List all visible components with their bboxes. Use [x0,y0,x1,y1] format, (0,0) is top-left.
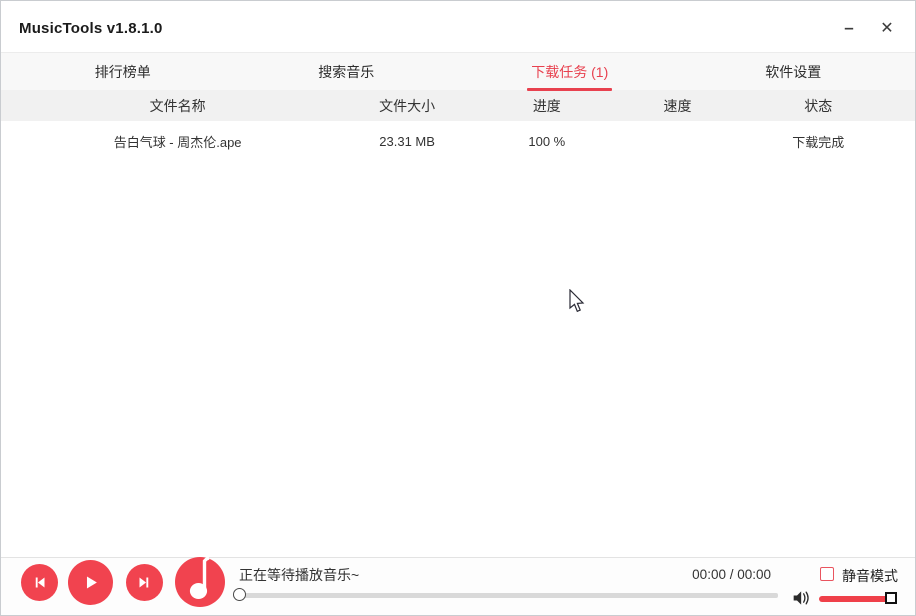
cell-file-size: 23.31 MB [354,134,460,149]
volume-slider-thumb[interactable] [885,592,897,604]
music-note-logo[interactable] [175,557,225,607]
column-file-size: 文件大小 [354,96,460,116]
skip-next-icon [137,575,152,590]
play-button[interactable] [68,560,113,605]
mouse-cursor-icon [567,289,587,315]
cell-status: 下载完成 [721,132,915,151]
tab-search[interactable]: 搜索音乐 [235,53,459,90]
player-bar: 正在等待播放音乐~ 00:00 / 00:00 静音模式 [1,557,915,616]
column-speed: 速度 [634,96,722,116]
player-status-text: 正在等待播放音乐~ [239,565,359,585]
tab-ranking-label: 排行榜单 [93,53,153,91]
column-file-name: 文件名称 [1,96,354,116]
skip-previous-icon [32,575,47,590]
tab-settings[interactable]: 软件设置 [682,53,906,90]
cell-file-name: 告白气球 - 周杰伦.ape [1,132,354,151]
minimize-button[interactable]: – [835,15,863,41]
playback-progress-thumb[interactable] [233,588,246,601]
table-row[interactable]: 告白气球 - 周杰伦.ape 23.31 MB 100 % 下载完成 [1,121,915,161]
playback-progress-slider[interactable] [233,593,778,598]
app-window: MusicTools v1.8.1.0 – ✕ 排行榜单 搜索音乐 下载任务 (… [0,0,916,616]
play-icon [82,574,99,591]
download-list-empty-area [1,161,915,557]
tab-downloads[interactable]: 下载任务 (1) [458,53,682,90]
playback-time: 00:00 / 00:00 [661,567,771,582]
window-title: MusicTools v1.8.1.0 [19,20,163,37]
cell-progress: 100 % [460,134,634,149]
table-header: 文件名称 文件大小 进度 速度 状态 [1,90,915,121]
tab-settings-label: 软件设置 [763,53,823,91]
close-button[interactable]: ✕ [873,15,901,41]
mute-mode-checkbox[interactable] [820,567,834,581]
column-status: 状态 [721,96,915,116]
tab-search-label: 搜索音乐 [316,53,376,91]
previous-track-button[interactable] [21,564,58,601]
speaker-icon[interactable] [792,589,812,607]
tab-bar: 排行榜单 搜索音乐 下载任务 (1) 软件设置 [1,53,915,90]
tab-downloads-label: 下载任务 (1) [529,53,610,91]
column-progress: 进度 [460,96,634,116]
title-bar: MusicTools v1.8.1.0 – ✕ [1,1,915,53]
mute-mode-label: 静音模式 [842,566,898,586]
next-track-button[interactable] [126,564,163,601]
tab-ranking[interactable]: 排行榜单 [11,53,235,90]
